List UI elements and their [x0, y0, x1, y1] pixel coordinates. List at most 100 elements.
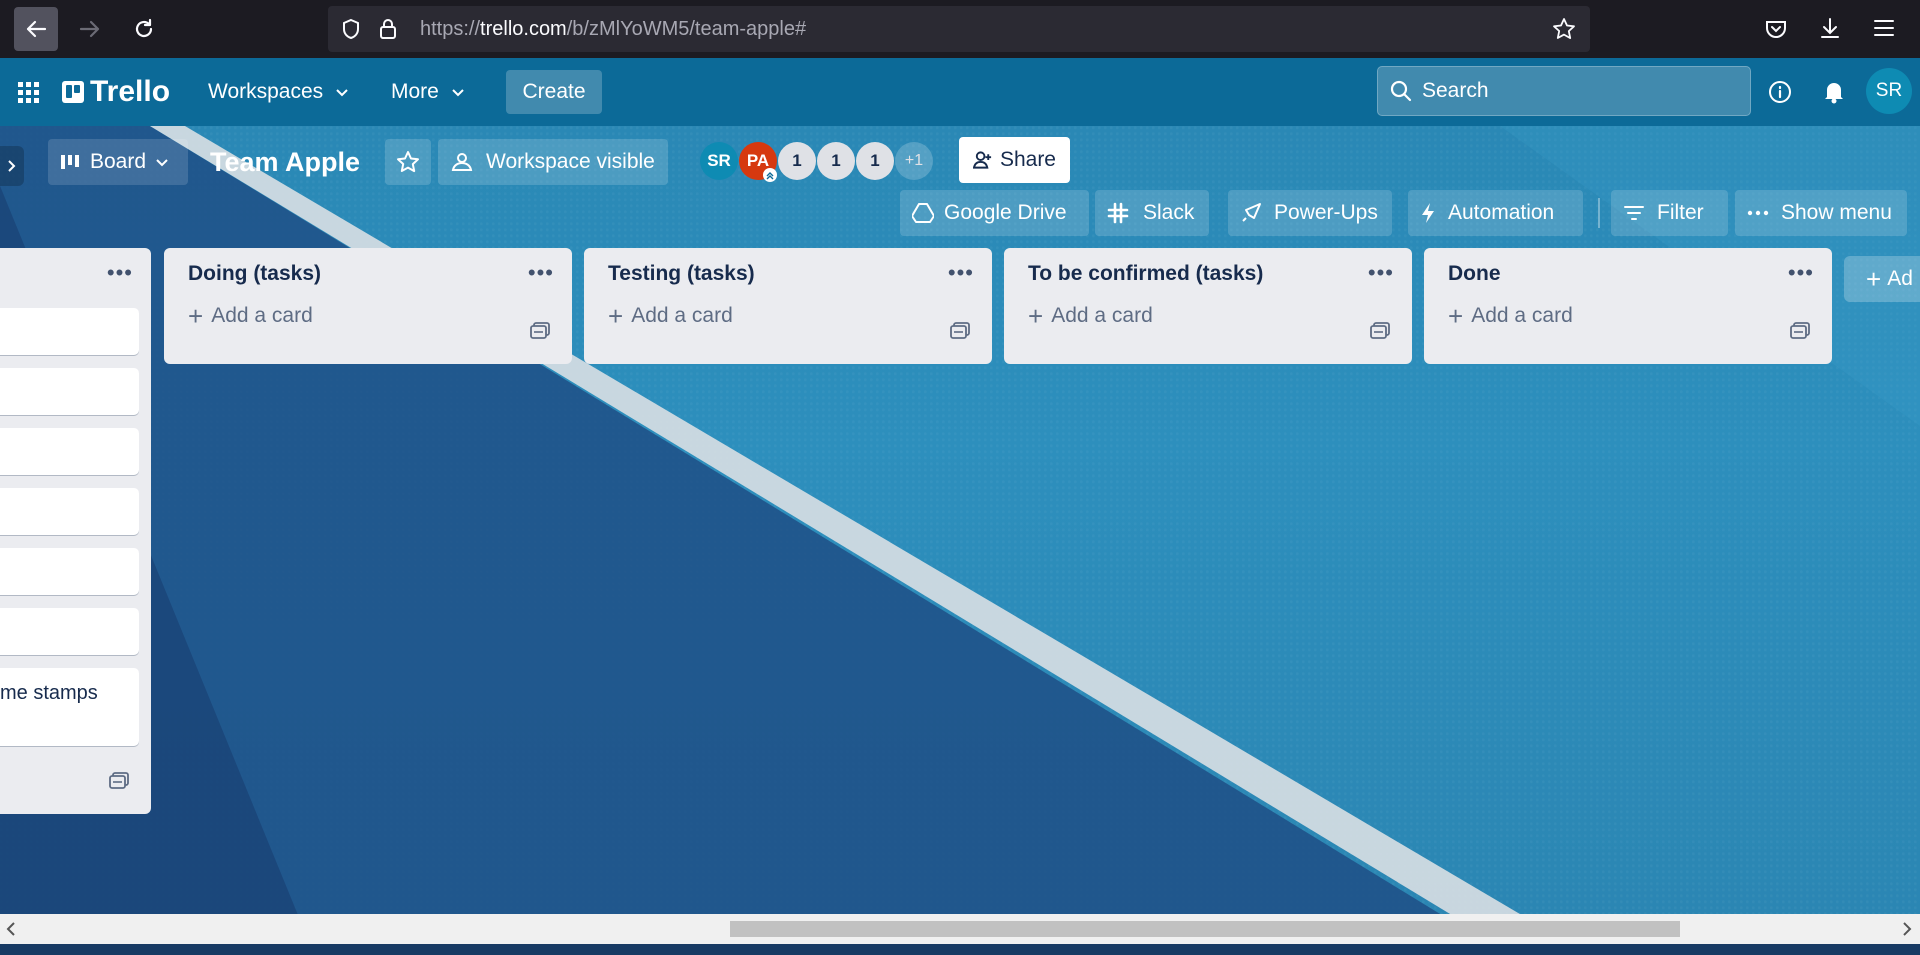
power-ups-button[interactable]: Power-Ups — [1228, 190, 1392, 236]
more-dots-icon — [1747, 210, 1769, 216]
card-template-icon[interactable] — [109, 772, 129, 790]
scroll-left-icon[interactable] — [6, 922, 16, 936]
sidebar-expand-button[interactable] — [0, 146, 24, 186]
board-view-switcher[interactable]: Board — [48, 139, 188, 185]
power-ups-label: Power-Ups — [1274, 201, 1378, 224]
add-list-label: Ad — [1887, 267, 1913, 290]
card[interactable] — [0, 488, 139, 535]
pocket-icon[interactable] — [1764, 17, 1788, 41]
search-input[interactable]: Search — [1377, 66, 1751, 116]
browser-toolbar: https://trello.com/b/zMlYoWM5/team-apple… — [0, 0, 1920, 58]
list-menu-icon[interactable]: ••• — [107, 260, 133, 286]
scroll-right-icon[interactable] — [1902, 922, 1912, 936]
horizontal-scrollbar[interactable] — [0, 914, 1920, 944]
card[interactable] — [0, 368, 139, 415]
star-board-button[interactable] — [385, 139, 431, 185]
chevron-down-icon — [336, 89, 348, 97]
url-prefix: https:// — [420, 18, 481, 40]
list-title[interactable]: Testing (tasks) — [608, 262, 755, 286]
card-title: me stamps — [0, 682, 98, 704]
url-domain: trello.com — [480, 18, 567, 40]
member-initials: 1 — [792, 151, 802, 170]
list-doing: Doing (tasks) ••• + Add a card — [164, 248, 572, 364]
member-avatar[interactable]: 1 — [778, 142, 816, 180]
card[interactable] — [0, 308, 139, 355]
scrollbar-thumb[interactable] — [730, 921, 1680, 937]
share-button[interactable]: Share — [959, 137, 1070, 183]
more-menu[interactable]: More — [381, 70, 477, 114]
automation-button[interactable]: Automation — [1408, 190, 1583, 236]
url-path: /b/zMlYoWM5/team-apple# — [566, 18, 807, 40]
list-column: ••• me stamps — [0, 248, 151, 814]
list-to-be-confirmed: To be confirmed (tasks) ••• + Add a card — [1004, 248, 1412, 364]
add-list-button[interactable]: + Ad — [1844, 256, 1920, 302]
automation-label: Automation — [1448, 201, 1555, 224]
card-template-icon[interactable] — [530, 322, 550, 340]
card[interactable] — [0, 548, 139, 595]
add-card-button[interactable]: + Add a card — [1028, 303, 1153, 329]
add-card-button[interactable]: + Add a card — [608, 301, 733, 331]
board-title[interactable]: Team Apple — [210, 138, 360, 186]
add-person-icon — [973, 151, 992, 169]
chevron-down-icon — [452, 89, 464, 97]
star-icon — [397, 151, 419, 173]
add-card-label: Add a card — [1471, 304, 1573, 327]
slack-button[interactable]: Slack — [1095, 190, 1209, 236]
search-icon — [1390, 80, 1412, 102]
member-avatar[interactable]: PA — [739, 142, 777, 182]
filter-label: Filter — [1657, 201, 1704, 224]
back-button[interactable] — [14, 7, 58, 51]
card[interactable]: me stamps — [0, 668, 139, 746]
workspaces-menu[interactable]: Workspaces — [198, 70, 361, 114]
list-menu-icon[interactable]: ••• — [528, 260, 554, 286]
reload-button[interactable] — [122, 7, 166, 51]
workspaces-label: Workspaces — [208, 80, 324, 103]
member-avatar[interactable]: SR — [700, 142, 738, 180]
card[interactable] — [0, 428, 139, 475]
trello-logo-icon — [62, 81, 84, 103]
board-background — [0, 126, 1920, 920]
bell-icon[interactable] — [1823, 80, 1845, 104]
list-menu-icon[interactable]: ••• — [948, 260, 974, 286]
show-menu-button[interactable]: Show menu — [1735, 190, 1907, 236]
list-title[interactable]: Doing (tasks) — [188, 262, 321, 286]
bookmark-star-icon[interactable] — [1552, 17, 1576, 41]
create-button[interactable]: Create — [506, 70, 602, 114]
list-title[interactable]: Done — [1448, 262, 1501, 286]
info-icon[interactable] — [1768, 80, 1792, 104]
plus-icon: + — [1448, 301, 1464, 331]
plus-icon: + — [608, 301, 624, 331]
workspace-visibility-button[interactable]: Workspace visible — [438, 139, 668, 185]
board-view-icon — [61, 155, 79, 169]
reload-icon — [135, 18, 153, 38]
card-template-icon[interactable] — [950, 322, 970, 340]
member-avatar[interactable]: 1 — [856, 142, 894, 180]
google-drive-button[interactable]: Google Drive — [900, 190, 1089, 236]
members-overflow[interactable]: +1 — [895, 142, 933, 180]
list-menu-icon[interactable]: ••• — [1788, 260, 1814, 286]
list-title[interactable]: To be confirmed (tasks) — [1028, 262, 1263, 286]
card-template-icon[interactable] — [1370, 322, 1390, 340]
list-menu-icon[interactable]: ••• — [1368, 260, 1394, 286]
add-card-button[interactable]: + Add a card — [1448, 301, 1573, 331]
more-label: More — [391, 80, 439, 103]
google-drive-label: Google Drive — [944, 201, 1067, 224]
add-card-button[interactable]: + Add a card — [188, 303, 313, 329]
filter-button[interactable]: Filter — [1611, 190, 1728, 236]
url-text[interactable]: https://trello.com/b/zMlYoWM5/team-apple… — [420, 6, 806, 52]
hamburger-menu-icon[interactable] — [1872, 17, 1896, 39]
trello-logo[interactable]: Trello — [62, 72, 170, 112]
arrow-left-icon — [26, 20, 47, 38]
board-view-label: Board — [90, 150, 147, 173]
board-background-image — [0, 126, 1920, 920]
user-avatar[interactable]: SR — [1866, 68, 1912, 114]
downloads-icon[interactable] — [1818, 16, 1842, 40]
google-drive-icon — [912, 203, 934, 223]
card-template-icon[interactable] — [1790, 322, 1810, 340]
add-card-label: Add a card — [211, 304, 313, 327]
url-bar[interactable]: https://trello.com/b/zMlYoWM5/team-apple… — [328, 6, 1590, 52]
member-avatar[interactable]: 1 — [817, 142, 855, 180]
card[interactable] — [0, 608, 139, 655]
app-switcher-icon[interactable] — [18, 82, 40, 104]
forward-button[interactable] — [68, 7, 112, 51]
